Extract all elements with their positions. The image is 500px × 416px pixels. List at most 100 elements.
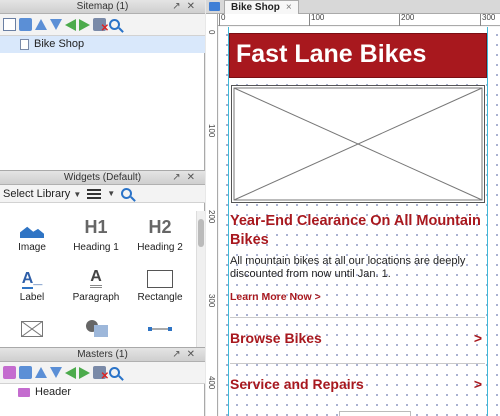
master-label: Header [35, 386, 72, 398]
site-title: Fast Lane Bikes [236, 40, 427, 68]
widgets-scrollbar[interactable] [196, 211, 205, 347]
connector-icon [148, 327, 172, 331]
widget-label-item[interactable]: A_ Label [0, 257, 64, 307]
page-tab-icon [209, 2, 220, 11]
design-canvas[interactable]: Fast Lane Bikes Year-End Clearance On Al… [219, 27, 500, 416]
ruler-vertical: 0 100 200 300 400 [206, 14, 218, 416]
promo-heading: Year-End Clearance On All Mountain Bikes [230, 213, 481, 248]
nav-browse-bikes[interactable]: Browse Bikes > [230, 317, 485, 357]
chevron-down-icon[interactable]: ▼ [107, 189, 115, 198]
indent-icon[interactable] [79, 366, 90, 379]
learn-more-link[interactable]: Learn More Now > [230, 291, 485, 303]
search-icon[interactable] [121, 188, 133, 199]
master-item[interactable]: Header [0, 384, 205, 401]
add-folder-icon[interactable] [19, 366, 32, 379]
sitemap-page-label: Bike Shop [34, 38, 85, 50]
heading1-icon: H1 [84, 217, 108, 237]
widget-heading2[interactable]: H2 Heading 2 [128, 207, 192, 257]
paragraph-icon: A [90, 269, 102, 288]
panel-controls[interactable]: ↗✕ [172, 171, 201, 185]
widgets-title: Widgets (Default) [63, 172, 142, 183]
outdent-icon[interactable] [65, 366, 76, 379]
nav-service-repairs[interactable]: Service and Repairs > [230, 363, 485, 403]
widgets-panel: Widgets (Default) ↗✕ Select Library ▼ ▼ … [0, 170, 205, 347]
nav-label: Browse Bikes [230, 329, 322, 346]
left-panels: Sitemap (1) ↗✕ Bike Shop Widgets (Defaul… [0, 0, 205, 416]
add-folder-icon[interactable] [19, 18, 32, 31]
move-up-icon[interactable] [35, 367, 47, 378]
sitemap-title: Sitemap (1) [76, 1, 129, 12]
widget-image[interactable]: Image [0, 207, 64, 257]
ruler-label: 100 [309, 14, 324, 26]
search-icon[interactable] [109, 367, 120, 378]
editor-area: Bike Shop × 0 100 200 300 0 100 200 300 … [206, 0, 500, 416]
widget-label: Heading 1 [73, 242, 119, 253]
master-icon [18, 388, 30, 397]
widget-heading1[interactable]: H1 Heading 1 [64, 207, 128, 257]
ruler-label: 300 [207, 294, 216, 308]
widget-label: Image [18, 242, 46, 253]
ruler-label: 0 [207, 30, 216, 35]
widget-label: Heading 2 [137, 242, 183, 253]
ruler-label: 100 [207, 124, 216, 138]
chevron-right-icon: > [473, 375, 482, 392]
guide-line[interactable] [228, 27, 229, 416]
tab-bar: Bike Shop × [206, 0, 500, 14]
select-library-dropdown[interactable]: Select Library ▼ [3, 188, 81, 200]
outdent-icon[interactable] [65, 18, 76, 31]
chevron-down-icon: ▼ [73, 189, 82, 199]
chevron-right-icon: > [473, 329, 482, 346]
indent-icon[interactable] [79, 18, 90, 31]
promo-text: All mountain bikes at all our locations … [230, 255, 466, 280]
masters-toolbar [0, 362, 205, 384]
widget-grid: Image H1 Heading 1 H2 Heading 2 A_ Label… [0, 203, 205, 357]
shapes-icon [86, 320, 108, 337]
hero-image-placeholder[interactable] [231, 85, 485, 203]
sitemap-page-item[interactable]: Bike Shop [0, 36, 205, 53]
menu-lines-icon[interactable] [87, 188, 102, 199]
label-icon: A_ [21, 270, 43, 289]
select-library-label: Select Library [3, 187, 71, 200]
header-banner[interactable]: Fast Lane Bikes [229, 33, 487, 78]
rectangle-icon [147, 270, 173, 288]
masters-panel: Masters (1) ↗✕ Header [0, 347, 205, 416]
widget-rectangle[interactable]: Rectangle [128, 257, 192, 307]
widgets-header: Widgets (Default) ↗✕ [0, 171, 205, 185]
masters-title: Masters (1) [77, 349, 128, 360]
promo-section: Year-End Clearance On All Mountain Bikes… [230, 212, 485, 303]
add-page-icon[interactable] [3, 18, 16, 31]
masters-header: Masters (1) ↗✕ [0, 348, 205, 362]
image-icon [20, 226, 44, 238]
ruler-label: 200 [399, 14, 414, 26]
tab-bike-shop[interactable]: Bike Shop × [224, 0, 299, 14]
move-down-icon[interactable] [50, 19, 62, 30]
panel-controls[interactable]: ↗✕ [172, 348, 201, 362]
ruler-label: 400 [207, 376, 216, 390]
move-down-icon[interactable] [50, 367, 62, 378]
placeholder-icon [21, 321, 43, 337]
ruler-label: 0 [219, 14, 225, 26]
widget-label: Paragraph [72, 292, 120, 303]
ruler-label: 300 [480, 14, 495, 26]
scrollbar-thumb[interactable] [198, 219, 204, 247]
page-icon [20, 39, 29, 50]
image-placeholder-icon [233, 87, 483, 201]
guide-line[interactable] [487, 27, 488, 416]
move-up-icon[interactable] [35, 19, 47, 30]
delete-master-icon[interactable] [93, 366, 109, 382]
tab-label: Bike Shop [231, 2, 280, 13]
delete-page-icon[interactable] [93, 18, 109, 34]
add-master-icon[interactable] [3, 366, 16, 379]
sitemap-header: Sitemap (1) ↗✕ [0, 0, 205, 14]
ruler-horizontal: 0 100 200 300 [218, 14, 500, 26]
sitemap-toolbar [0, 14, 205, 36]
widget-paragraph[interactable]: A Paragraph [64, 257, 128, 307]
panel-controls[interactable]: ↗✕ [172, 0, 201, 14]
ruler-label: 200 [207, 210, 216, 224]
search-icon[interactable] [109, 19, 120, 30]
widget-label: Label [19, 292, 45, 303]
nav-label: Service and Repairs [230, 375, 364, 392]
sitemap-panel: Sitemap (1) ↗✕ Bike Shop [0, 0, 205, 170]
horizontal-scrollbar[interactable] [339, 411, 411, 416]
close-icon[interactable]: × [286, 1, 292, 14]
